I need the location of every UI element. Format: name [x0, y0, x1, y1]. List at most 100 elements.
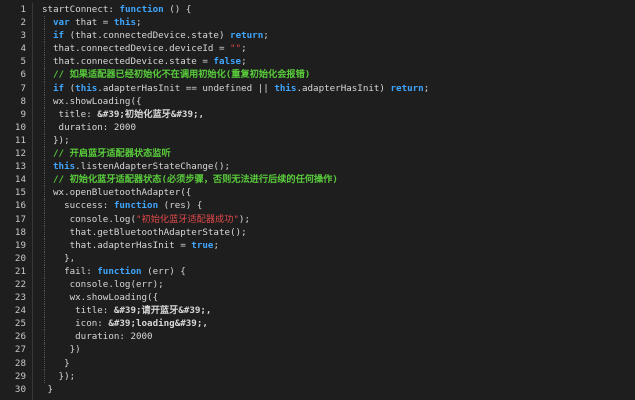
code-line[interactable]: // 开启蓝牙适配器状态监听 [32, 147, 635, 161]
indent-guide [44, 304, 45, 318]
line-number: 21 [14, 265, 26, 277]
line-number: 15 [14, 187, 26, 199]
string-token: "初始化蓝牙适配器成功" [135, 213, 239, 225]
indent-guide [44, 291, 45, 305]
indent-guide [44, 317, 45, 331]
keyword-token: var [53, 17, 70, 29]
code-token: ; [136, 17, 142, 29]
code-line[interactable]: }); [32, 133, 635, 148]
indent-guide [44, 68, 45, 82]
indent-guide [44, 199, 45, 213]
indent-guide [44, 277, 45, 292]
keyword-token: this [53, 161, 76, 173]
code-token: title: [53, 305, 114, 317]
keyword-token: return [390, 82, 424, 94]
code-line[interactable]: that.connectedDevice.state = false; [32, 55, 635, 69]
indent-guide [44, 225, 45, 239]
code-line[interactable]: wx.showLoading({ [32, 291, 635, 305]
code-token: .listenAdapterStateChange(); [75, 161, 231, 173]
code-line[interactable]: title: &#39;请开蓝牙&#39;, [32, 304, 635, 318]
line-number: 7 [20, 82, 26, 94]
code-token: console.log( [53, 213, 136, 225]
indent-guide [44, 94, 45, 108]
code-token: ; [241, 43, 247, 55]
code-token: wx.showLoading({ [53, 95, 142, 107]
code-line[interactable]: duration: 2000 [32, 330, 635, 344]
code-line[interactable]: // 如果适配器已经初始化不在调用初始化(重复初始化会报错) [32, 68, 635, 82]
code-token: startConnect: [42, 4, 120, 15]
indent-guide [44, 186, 45, 200]
line-number: 20 [14, 252, 26, 264]
code-line[interactable]: success: function (res) { [32, 199, 635, 213]
indent-guide [44, 42, 45, 56]
code-line[interactable]: title: &#39;初始化蓝牙&#39;, [32, 107, 635, 121]
indent-guide [44, 55, 45, 69]
code-line[interactable]: console.log(err); [32, 277, 635, 292]
line-number: 18 [14, 226, 26, 238]
code-token: } [42, 383, 54, 395]
code-line[interactable]: console.log("初始化蓝牙适配器成功"); [32, 212, 635, 226]
code-token: ; [213, 239, 219, 251]
code-line[interactable]: wx.openBluetoothAdapter({ [32, 186, 635, 200]
line-number: 9 [20, 108, 26, 120]
code-line[interactable]: icon: &#39;loading&#39;, [32, 317, 635, 331]
line-number: 1 [20, 4, 26, 15]
keyword-token: false [213, 56, 242, 68]
code-line[interactable]: if (this.adapterHasInit == undefined || … [32, 81, 635, 95]
indent-guide [44, 264, 45, 278]
code-token: } [53, 357, 70, 369]
line-number: 6 [20, 69, 26, 81]
line-number-gutter: 1 2 3 4 5 6 7 8 9 10 11 12 13 14 15 16 17 18 19 20 21 22 23 24 2… [0, 3, 33, 400]
code-area[interactable]: startConnect: function () {var that = th… [32, 3, 635, 396]
entity-token: &#39;loading&#39;, [108, 318, 208, 330]
code-line[interactable]: if (that.connectedDevice.state) return; [32, 29, 635, 43]
code-token: (res) { [158, 200, 203, 212]
line-number: 27 [14, 344, 26, 356]
code-line[interactable]: } [32, 383, 635, 396]
line-number: 23 [14, 292, 26, 304]
code-line[interactable]: that.adapterHasInit = true; [32, 238, 635, 252]
code-token: that.connectedDevice.state = [53, 56, 214, 68]
indent-guide [44, 120, 45, 134]
code-line[interactable]: }); [32, 369, 635, 383]
keyword-token: if [53, 30, 65, 42]
indent-guide [44, 29, 45, 43]
code-line[interactable]: duration: 2000 [32, 120, 635, 134]
code-line[interactable]: that.connectedDevice.deviceId = ""; [32, 42, 635, 56]
indent-guide [44, 251, 45, 265]
code-token: that.adapterHasInit = [53, 239, 192, 251]
code-line[interactable]: }, [32, 251, 635, 265]
code-token: console.log(err); [53, 278, 164, 290]
keyword-token: return [230, 30, 264, 42]
keyword-token: this [113, 17, 137, 29]
line-number: 13 [14, 161, 26, 173]
code-line[interactable]: }) [32, 343, 635, 357]
code-token: ; [263, 30, 269, 42]
code-line[interactable]: var that = this; [32, 16, 635, 30]
keyword-token: function [97, 265, 142, 277]
code-line[interactable]: wx.showLoading({ [32, 94, 635, 108]
code-token: duration: 2000 [53, 331, 153, 343]
indent-guide [44, 173, 45, 187]
comment-token: // 初始化蓝牙适配器状态(必须步骤，否则无法进行后续的任何操作) [53, 174, 338, 186]
code-line[interactable]: this.listenAdapterStateChange(); [32, 160, 635, 174]
code-token: (that.connectedDevice.state) [64, 30, 231, 42]
comment-token: // 开启蓝牙适配器状态监听 [53, 148, 171, 160]
indent-guide [44, 343, 45, 357]
code-token: () { [163, 4, 192, 15]
keyword-token: function [119, 4, 164, 15]
comment-token: // 如果适配器已经初始化不在调用初始化(重复初始化会报错) [53, 69, 311, 81]
keyword-token: this [75, 82, 98, 94]
code-line[interactable]: fail: function (err) { [32, 264, 635, 278]
indent-guide [44, 330, 45, 344]
line-number: 14 [14, 174, 26, 186]
code-token: ; [241, 56, 247, 68]
indent-guide [44, 356, 45, 370]
code-line[interactable]: that.getBluetoothAdapterState(); [32, 225, 635, 239]
keyword-token: true [191, 239, 214, 251]
code-editor[interactable]: 1 2 3 4 5 6 7 8 9 10 11 12 13 14 15 16 17 18 19 20 21 22 23 24 2… [0, 0, 635, 400]
code-line[interactable]: } [32, 356, 635, 370]
code-line[interactable]: startConnect: function () { [32, 3, 635, 16]
code-line[interactable]: // 初始化蓝牙适配器状态(必须步骤，否则无法进行后续的任何操作) [32, 173, 635, 187]
code-token: wx.showLoading({ [53, 292, 159, 304]
